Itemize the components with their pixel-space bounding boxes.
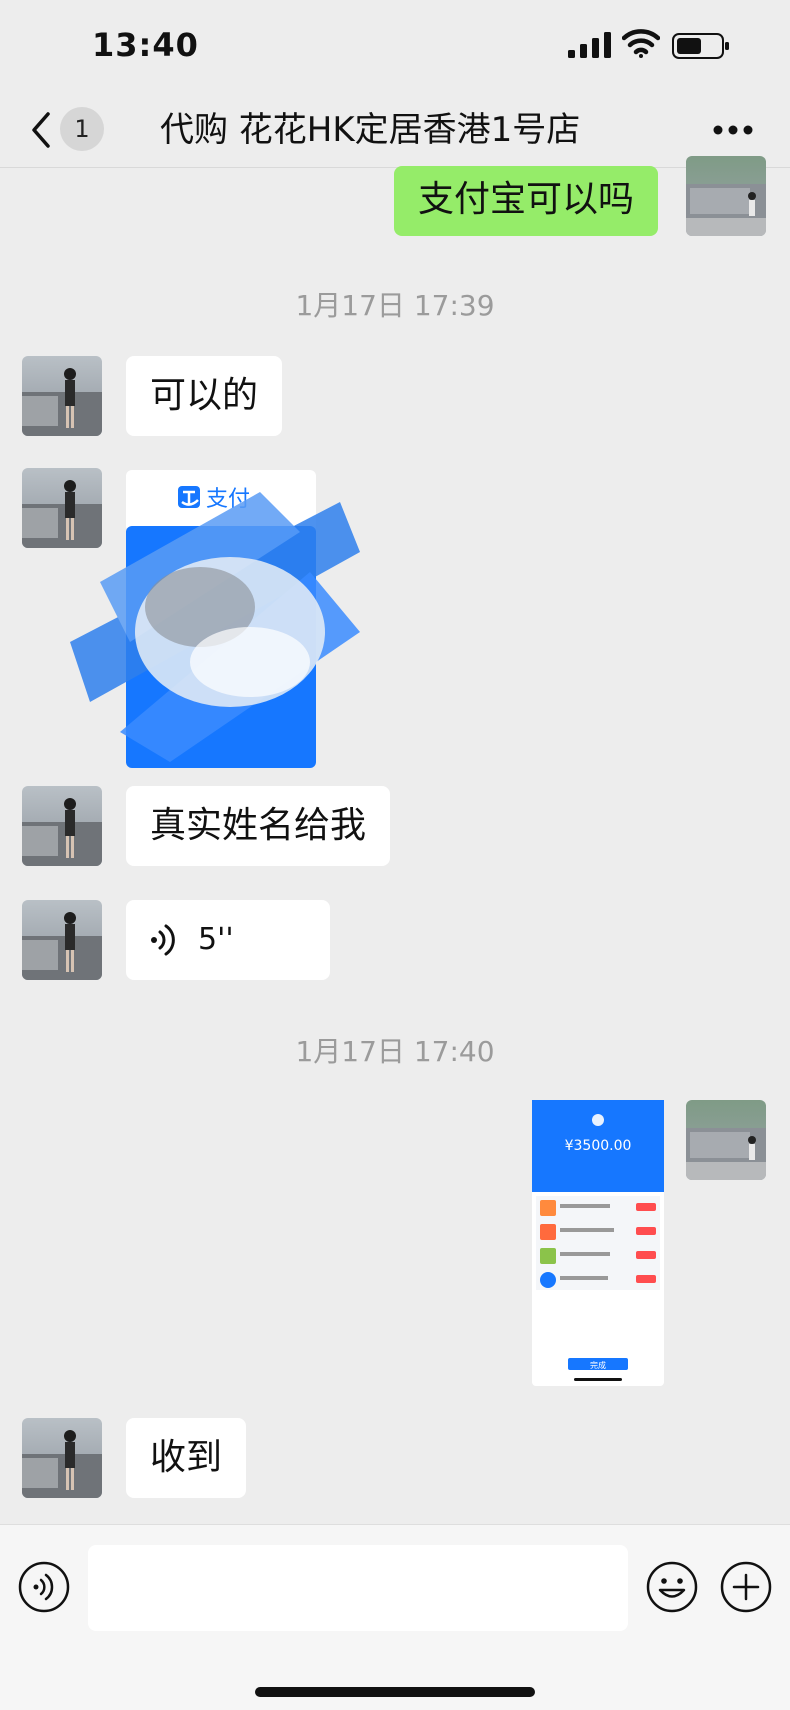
payment-screenshot-image[interactable]: ¥3500.00 完成 [532, 1100, 664, 1386]
message-text: 收到 [150, 1437, 223, 1478]
back-icon[interactable] [28, 110, 54, 150]
input-bar [0, 1524, 790, 1710]
payment-amount: ¥3500.00 [565, 1138, 632, 1154]
message-text: 可以的 [150, 375, 259, 416]
plus-icon[interactable] [720, 1561, 772, 1613]
message-text: 支付宝可以吗 [418, 179, 635, 220]
status-bar: 13:40 [0, 0, 790, 96]
outgoing-message[interactable]: 支付宝可以吗 [394, 166, 659, 236]
voice-wave-icon [151, 924, 175, 956]
contact-avatar[interactable] [22, 356, 102, 436]
incoming-message[interactable]: 可以的 [126, 356, 283, 436]
chat-header: 1 代购 花花HK定居香港1号店 [0, 96, 790, 168]
self-avatar[interactable] [686, 1100, 766, 1180]
status-time: 13:40 [92, 26, 199, 64]
home-indicator [255, 1687, 535, 1697]
wifi-icon [622, 29, 660, 58]
unread-count-badge[interactable]: 1 [60, 107, 104, 151]
contact-avatar[interactable] [22, 1418, 102, 1498]
incoming-message[interactable]: 真实姓名给我 [126, 786, 391, 866]
contact-avatar[interactable] [22, 786, 102, 866]
battery-icon [672, 33, 729, 59]
message-text: 真实姓名给我 [150, 805, 367, 846]
signal-icon [568, 32, 611, 58]
voice-duration: 5'' [198, 922, 234, 957]
contact-avatar[interactable] [22, 900, 102, 980]
self-avatar[interactable] [686, 156, 766, 236]
emoji-icon[interactable] [646, 1561, 698, 1613]
more-options-icon[interactable] [712, 124, 754, 136]
message-input[interactable] [88, 1545, 628, 1631]
chat-title: 代购 花花HK定居香港1号店 [160, 110, 581, 150]
message-timestamp: 1月17日 17:39 [295, 289, 495, 322]
voice-message[interactable]: 5'' [126, 900, 330, 980]
message-timestamp: 1月17日 17:40 [295, 1035, 495, 1068]
incoming-message[interactable]: 收到 [126, 1418, 247, 1498]
voice-input-icon[interactable] [18, 1561, 70, 1613]
payment-done-label: 完成 [590, 1360, 606, 1370]
payment-qr-image[interactable]: 支付 [60, 462, 370, 782]
